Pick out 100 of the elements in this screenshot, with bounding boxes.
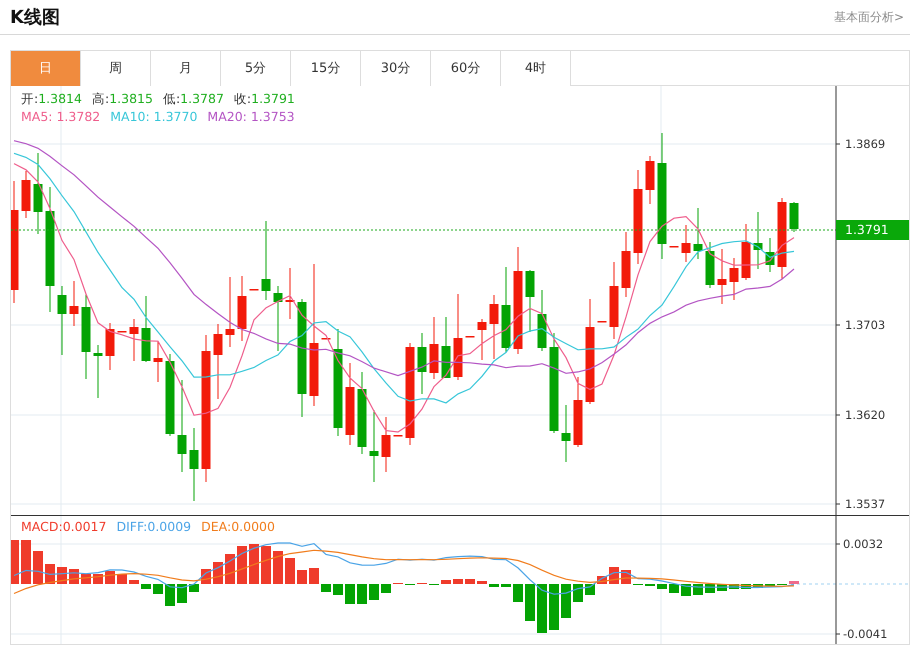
candlestick (418, 332, 426, 394)
price-tick-label: 1.3537 (845, 497, 886, 511)
macd-bar (237, 546, 247, 584)
candlestick (490, 294, 498, 360)
candlestick (106, 322, 114, 370)
candlestick (598, 320, 606, 322)
macd-bar (249, 544, 259, 584)
candlestick (538, 290, 546, 352)
macd-bar (129, 580, 139, 584)
candlestick (694, 208, 702, 260)
quote-value: 1.3791 (251, 91, 295, 106)
page-title: K线图 (10, 6, 60, 30)
candlestick (382, 416, 390, 472)
macd-bar (465, 579, 475, 584)
candlestick (22, 170, 30, 218)
macd-label: MACD: (21, 519, 63, 534)
candlestick (718, 248, 726, 304)
candlestick (154, 340, 162, 382)
macd-bar (489, 584, 499, 587)
quote-label: 收: (234, 91, 252, 106)
quote-value: 1.3815 (109, 91, 153, 106)
quote-value: 1.3787 (180, 91, 224, 106)
candlestick (130, 318, 138, 362)
macd-bar (513, 584, 523, 602)
period-tab[interactable]: 4时 (501, 51, 571, 86)
candlestick (394, 434, 402, 436)
period-tab[interactable]: 15分 (291, 51, 361, 86)
macd-bar (573, 584, 583, 602)
period-tab[interactable]: 30分 (361, 51, 431, 86)
candlestick (118, 330, 126, 332)
candlestick (94, 344, 102, 398)
candlestick (478, 318, 486, 360)
macd-bar (369, 584, 379, 600)
candlestick (526, 270, 534, 332)
price-tick-label: 1.3869 (845, 137, 886, 151)
macd-bar (381, 584, 391, 593)
period-tab[interactable]: 月 (151, 51, 221, 86)
macd-bar (357, 584, 367, 604)
candlestick (790, 202, 798, 232)
candlestick (322, 338, 330, 340)
candlestick (58, 286, 66, 356)
macd-bar (273, 551, 283, 584)
ma-value: 1.3753 (250, 109, 295, 124)
candlestick (574, 376, 582, 448)
macd-bar (165, 584, 175, 606)
macd-bar (333, 584, 343, 595)
candlestick (562, 404, 570, 462)
macd-bar (501, 584, 511, 587)
macd-bar (33, 551, 43, 584)
macd-bar (453, 579, 463, 584)
macd-bar (309, 568, 319, 584)
macd-bar (261, 546, 271, 584)
period-tab[interactable]: 60分 (431, 51, 501, 86)
macd-label: DIFF: (116, 519, 148, 534)
macd-bar (729, 584, 739, 589)
quote-label: 开: (21, 91, 38, 106)
price-tick-label: 1.3620 (845, 408, 886, 422)
candlestick (442, 316, 450, 378)
macd-bar (549, 584, 559, 630)
candlestick (226, 276, 234, 348)
macd-bar (285, 558, 295, 584)
period-tab[interactable]: 5分 (221, 51, 291, 86)
macd-bar (153, 584, 163, 594)
macd-bar (657, 584, 667, 589)
quote-label: 低: (162, 91, 180, 106)
candlestick (274, 286, 282, 352)
macd-bar (525, 584, 535, 621)
macd-bar (669, 584, 679, 593)
macd-bar (789, 581, 799, 584)
candlestick (622, 232, 630, 298)
candlestick (730, 258, 738, 300)
quote-value: 1.3814 (38, 91, 82, 106)
fundamental-analysis-link[interactable]: 基本面分析> (834, 8, 904, 26)
macd-value: 0.0009 (147, 519, 192, 534)
candlestick (70, 280, 78, 326)
macd-bar (681, 584, 691, 596)
macd-value: 0.0000 (231, 519, 275, 534)
macd-tick-label: -0.0041 (843, 627, 888, 641)
candlestick (682, 224, 690, 262)
macd-bar (225, 554, 235, 584)
candlestick (766, 238, 774, 272)
macd-bar (741, 584, 751, 589)
candlestick (142, 296, 150, 362)
macd-bar (345, 584, 355, 604)
macd-tick-label: 0.0032 (843, 537, 884, 551)
candlestick (742, 224, 750, 280)
current-price-label: 1.3791 (836, 220, 909, 240)
candlestick (286, 268, 294, 320)
candlestick (670, 246, 678, 248)
candlestick (646, 156, 654, 204)
quote-label: 高: (92, 91, 110, 106)
macd-bar (11, 540, 19, 584)
period-tab[interactable]: 周 (81, 51, 151, 86)
candlestick (706, 242, 714, 288)
macd-bar (117, 574, 127, 584)
macd-bar (441, 580, 451, 584)
candlestick (430, 316, 438, 380)
price-tick-label: 1.3703 (845, 318, 886, 332)
ma-value: 1.3782 (56, 109, 100, 124)
candlestick (238, 276, 246, 342)
